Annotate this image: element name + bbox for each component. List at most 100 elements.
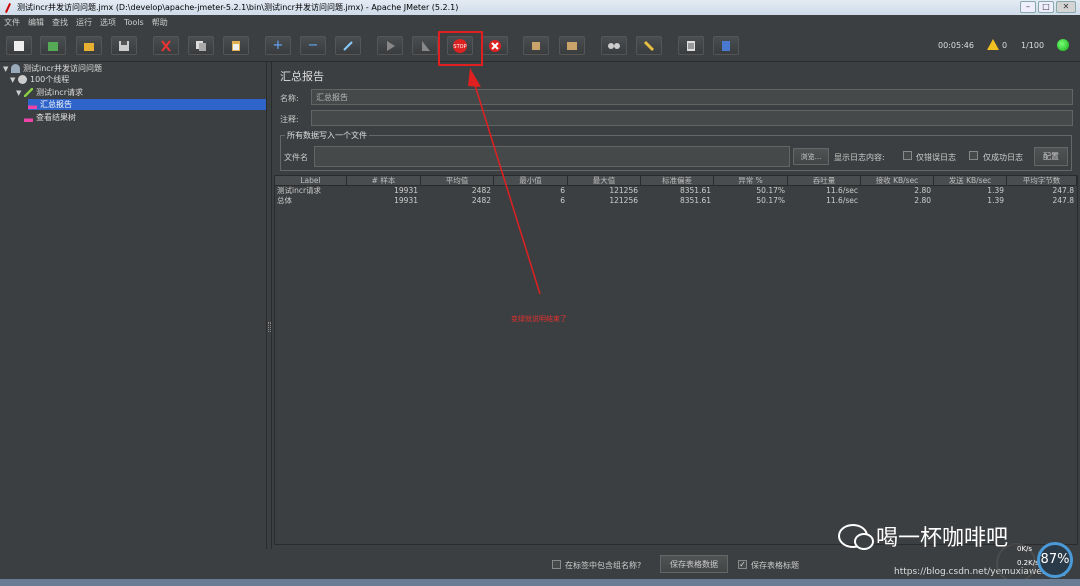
menu-edit[interactable]: 编辑 [28, 17, 44, 28]
test-plan-icon [11, 64, 20, 73]
play-no-pause-icon [422, 40, 430, 51]
column-header[interactable]: 最大值 [568, 176, 641, 185]
shutdown-button[interactable] [482, 36, 508, 55]
collapse-all-button[interactable]: − [300, 36, 326, 55]
comment-field[interactable] [311, 110, 1073, 126]
tree-node-test-plan[interactable]: ▼ 测试incr并发访问问题 [3, 63, 102, 74]
menu-options[interactable]: 选项 [100, 17, 116, 28]
column-header[interactable]: 接收 KB/sec [861, 176, 934, 185]
column-header[interactable]: 发送 KB/sec [934, 176, 1007, 185]
jmeter-app-icon [3, 3, 13, 13]
help-button[interactable] [713, 36, 739, 55]
write-to-file-group: 所有数据写入一个文件 文件名 浏览... 显示日志内容: 仅错误日志 仅成功日志… [280, 130, 1072, 171]
close-window-button[interactable]: ✕ [1056, 1, 1076, 13]
memory-gauge[interactable]: 87% [1037, 542, 1073, 578]
column-header[interactable]: 吞吐量 [788, 176, 861, 185]
page-title: 汇总报告 [280, 70, 324, 83]
save-button[interactable] [111, 36, 137, 55]
elapsed-time: 00:05:46 [938, 41, 974, 50]
window-title: 测试incr并发访问问题.jmx (D:\develop\apache-jmet… [17, 3, 459, 12]
menu-file[interactable]: 文件 [4, 17, 20, 28]
open-button[interactable] [76, 36, 102, 55]
cell-max: 121256 [609, 186, 638, 195]
broom-icon [532, 41, 540, 50]
cell-samples: 19931 [394, 186, 418, 195]
maximize-button[interactable]: □ [1038, 1, 1054, 13]
success-only-checkbox[interactable] [969, 151, 978, 160]
comment-label: 注释: [280, 115, 299, 124]
menu-help[interactable]: 帮助 [152, 17, 168, 28]
broom-all-icon [567, 41, 577, 50]
menu-run[interactable]: 运行 [76, 17, 92, 28]
report-chart-icon [24, 113, 33, 122]
clear-all-button[interactable] [559, 36, 585, 55]
minimize-button[interactable]: – [1020, 1, 1036, 13]
column-header[interactable]: 平均字节数 [1007, 176, 1077, 185]
tree-node-thread-group[interactable]: ▼ 100个线程 [10, 74, 69, 85]
include-group-label: 在标签中包含组名称? [565, 561, 642, 570]
templates-button[interactable] [40, 36, 66, 55]
function-helper-button[interactable] [678, 36, 704, 55]
table-header: Label # 样本 平均值 最小值 最大值 标准偏差 异常 % 吞吐量 接收 … [275, 176, 1077, 186]
cell-stddev: 8351.61 [679, 186, 711, 195]
warning-icon[interactable] [987, 39, 999, 50]
expand-all-button[interactable]: + [265, 36, 291, 55]
save-header-checkbox[interactable]: ✓ [738, 560, 747, 569]
filename-input[interactable] [314, 146, 790, 167]
include-group-checkbox[interactable] [552, 560, 561, 569]
cell-samples: 19931 [394, 196, 418, 205]
start-button[interactable] [377, 36, 403, 55]
tree-node-results-tree[interactable]: 查看结果树 [24, 112, 76, 123]
name-label: 名称: [280, 94, 299, 103]
filename-label: 文件名 [284, 153, 308, 162]
column-header[interactable]: 标准偏差 [641, 176, 714, 185]
column-header[interactable]: 异常 % [714, 176, 788, 185]
save-table-data-button[interactable]: 保存表格数据 [660, 555, 728, 573]
menu-search[interactable]: 查找 [52, 17, 68, 28]
cell-label: 测试incr请求 [277, 186, 322, 195]
copy-button[interactable] [188, 36, 214, 55]
tree-node-sampler[interactable]: ▼ 测试incr请求 [16, 87, 83, 98]
warning-count: 0 [1002, 41, 1008, 50]
search-button[interactable] [601, 36, 627, 55]
new-button[interactable] [6, 36, 32, 55]
save-icon [119, 40, 129, 51]
table-row[interactable]: 总体 19931 2482 6 121256 8351.61 50.17% 11… [275, 196, 1077, 206]
watermark-text: 喝一杯咖啡吧 [876, 526, 1009, 551]
wechat-icon [838, 524, 874, 550]
errors-only-checkbox[interactable] [903, 151, 912, 160]
cell-received: 2.80 [914, 196, 931, 205]
paste-icon [232, 40, 240, 51]
cut-button[interactable] [153, 36, 179, 55]
cell-throughput: 11.6/sec [826, 196, 858, 205]
toggle-button[interactable] [335, 36, 361, 55]
drag-grip-icon[interactable] [268, 322, 271, 332]
annotation-arrow [468, 68, 541, 295]
annotation-text: 变绿就说明结束了 [511, 315, 567, 323]
configure-button[interactable]: 配置 [1034, 147, 1068, 166]
reset-search-button[interactable] [636, 36, 662, 55]
start-no-pauses-button[interactable] [412, 36, 438, 55]
clear-button[interactable] [523, 36, 549, 55]
browse-button[interactable]: 浏览... [793, 148, 829, 165]
cell-max: 121256 [609, 196, 638, 205]
column-header[interactable]: # 样本 [347, 176, 421, 185]
collapse-arrow-icon: ▼ [16, 88, 22, 97]
folder-open-icon [84, 42, 94, 51]
tree-node-aggregate-report[interactable]: 汇总报告 [28, 99, 266, 110]
paste-button[interactable] [223, 36, 249, 55]
pipette-icon [24, 88, 33, 97]
cell-label: 总体 [277, 196, 292, 205]
status-indicator-icon [1057, 39, 1069, 51]
list-icon [687, 40, 695, 51]
cell-sent: 1.39 [987, 186, 1004, 195]
name-field[interactable]: 汇总报告 [311, 89, 1073, 105]
column-header[interactable]: Label [275, 176, 347, 185]
window-titlebar: 测试incr并发访问问题.jmx (D:\develop\apache-jmet… [0, 0, 1080, 15]
binoculars-icon [608, 42, 620, 49]
menu-tools[interactable]: Tools [124, 18, 144, 27]
table-row[interactable]: 测试incr请求 19931 2482 6 121256 8351.61 50.… [275, 186, 1077, 196]
cell-throughput: 11.6/sec [826, 186, 858, 195]
watermark: 喝一杯咖啡吧 [838, 520, 1008, 552]
active-threads: 1/100 [1021, 41, 1045, 50]
